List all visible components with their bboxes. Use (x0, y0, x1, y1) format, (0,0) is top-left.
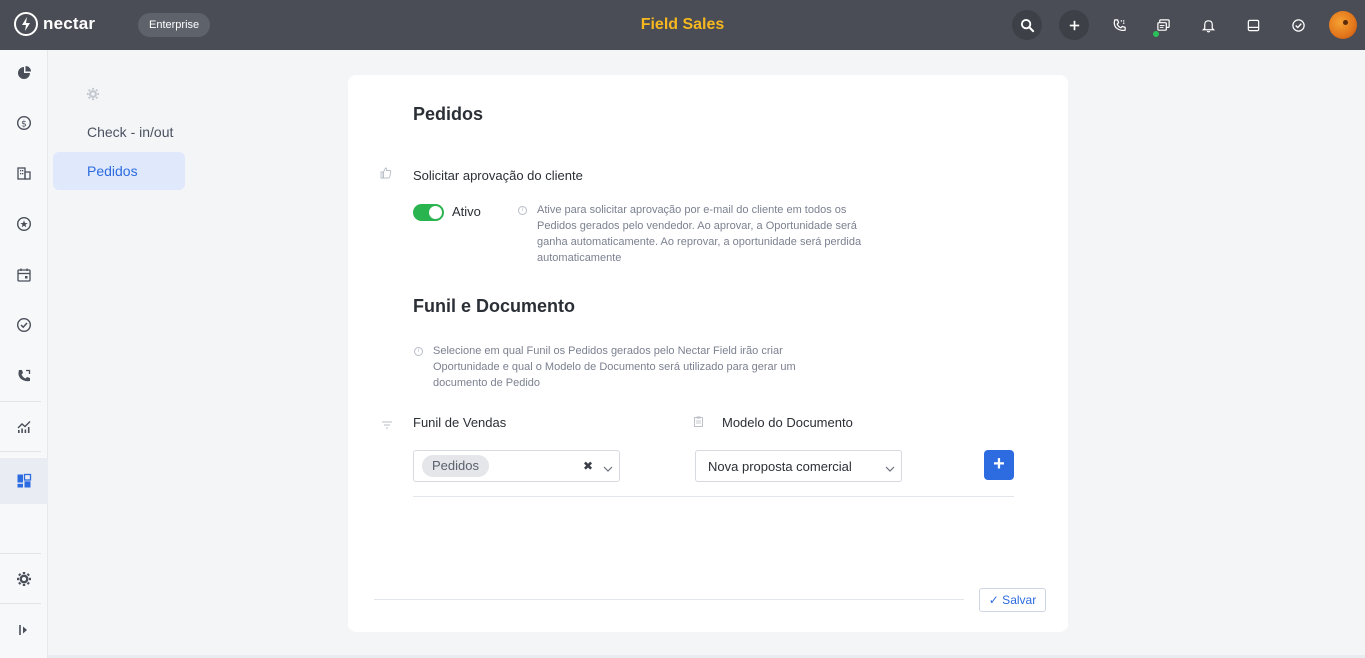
building-icon[interactable] (0, 154, 48, 192)
calendar-icon[interactable] (0, 256, 48, 294)
settings-icon[interactable] (0, 560, 48, 598)
document-label: Modelo do Documento (722, 415, 853, 430)
funnel-select[interactable]: Pedidos ✖ (413, 450, 620, 482)
chevron-down-icon[interactable] (603, 460, 613, 478)
phone-icon[interactable] (1104, 10, 1134, 40)
hint-line: ganha automaticamente. Ao reprovar, a op… (537, 236, 862, 248)
add-document-button[interactable]: + (984, 450, 1014, 480)
hint-line: Pedidos gerados pelo vendedor. Ao aprova… (537, 220, 857, 232)
submenu-item-check-in-out[interactable]: Check - in/out (53, 113, 185, 151)
online-status-dot (1152, 30, 1160, 38)
check-circle-icon[interactable] (1283, 10, 1313, 40)
nectar-logo[interactable]: nectar (14, 12, 95, 36)
logo-text: nectar (43, 14, 96, 33)
approval-toggle[interactable] (413, 204, 444, 221)
info-icon: i (518, 206, 527, 215)
hint-line: Selecione em qual Funil os Pedidos gerad… (433, 345, 783, 357)
save-button[interactable]: ✓ Salvar (979, 588, 1046, 612)
filter-icon (382, 416, 392, 434)
pie-chart-icon[interactable] (0, 54, 48, 92)
svg-text:$: $ (21, 119, 27, 129)
footer-divider (374, 599, 964, 600)
gear-icon (86, 87, 100, 106)
rail-divider (0, 553, 41, 554)
plus-icon[interactable] (1059, 10, 1089, 40)
rail-divider (0, 401, 41, 402)
check-circle-icon[interactable] (0, 306, 48, 344)
submenu-item-pedidos[interactable]: Pedidos (53, 152, 185, 190)
selected-funnel-chip[interactable]: Pedidos (422, 455, 489, 477)
hint-line: Ative para solicitar aprovação por e-mai… (537, 204, 847, 216)
phone-icon[interactable] (0, 357, 48, 395)
dollar-icon[interactable]: $ (0, 104, 48, 142)
top-bar: nectar Enterprise Field Sales (0, 0, 1365, 50)
hint-line: documento de Pedido (433, 377, 541, 389)
section-title-pedidos: Pedidos (413, 104, 484, 124)
funnel-label: Funil de Vendas (413, 415, 507, 430)
selected-document-template: Nova proposta comercial (708, 459, 852, 474)
clear-icon[interactable]: ✖ (583, 459, 593, 473)
rail-divider (0, 603, 41, 604)
nectar-logo-icon (14, 12, 38, 36)
inbox-icon[interactable] (1238, 10, 1268, 40)
search-icon[interactable] (1012, 10, 1042, 40)
clipboard-icon (694, 414, 703, 432)
plan-badge: Enterprise (138, 13, 211, 37)
section-divider (413, 496, 1014, 497)
info-icon: i (414, 347, 423, 356)
approval-hint: Ative para solicitar aprovação por e-mai… (537, 202, 877, 266)
left-nav-rail: $ (0, 50, 48, 658)
bell-icon[interactable] (1193, 10, 1223, 40)
approval-label: Solicitar aprovação do cliente (413, 168, 583, 183)
hint-line: automaticamente (537, 252, 622, 264)
section-title-funil: Funil e Documento (413, 296, 575, 316)
thumbs-up-icon (380, 166, 392, 184)
chevron-down-icon[interactable] (885, 460, 895, 478)
collapse-icon[interactable] (0, 611, 48, 649)
hint-line: Oportunidade e qual o Modelo de Document… (433, 361, 796, 373)
avatar[interactable] (1329, 11, 1357, 39)
star-icon[interactable] (0, 205, 48, 243)
funil-hint: Selecione em qual Funil os Pedidos gerad… (433, 343, 813, 391)
chat-icon[interactable] (1148, 10, 1178, 40)
rail-divider (0, 451, 41, 452)
document-template-select[interactable]: Nova proposta comercial (695, 450, 902, 482)
apps-icon[interactable] (0, 458, 48, 504)
pedidos-settings-card: Pedidos Solicitar aprovação do cliente A… (348, 75, 1068, 632)
growth-chart-icon[interactable] (0, 408, 48, 446)
toggle-state-label: Ativo (452, 204, 481, 219)
settings-submenu: Check - in/out Pedidos (48, 50, 208, 658)
